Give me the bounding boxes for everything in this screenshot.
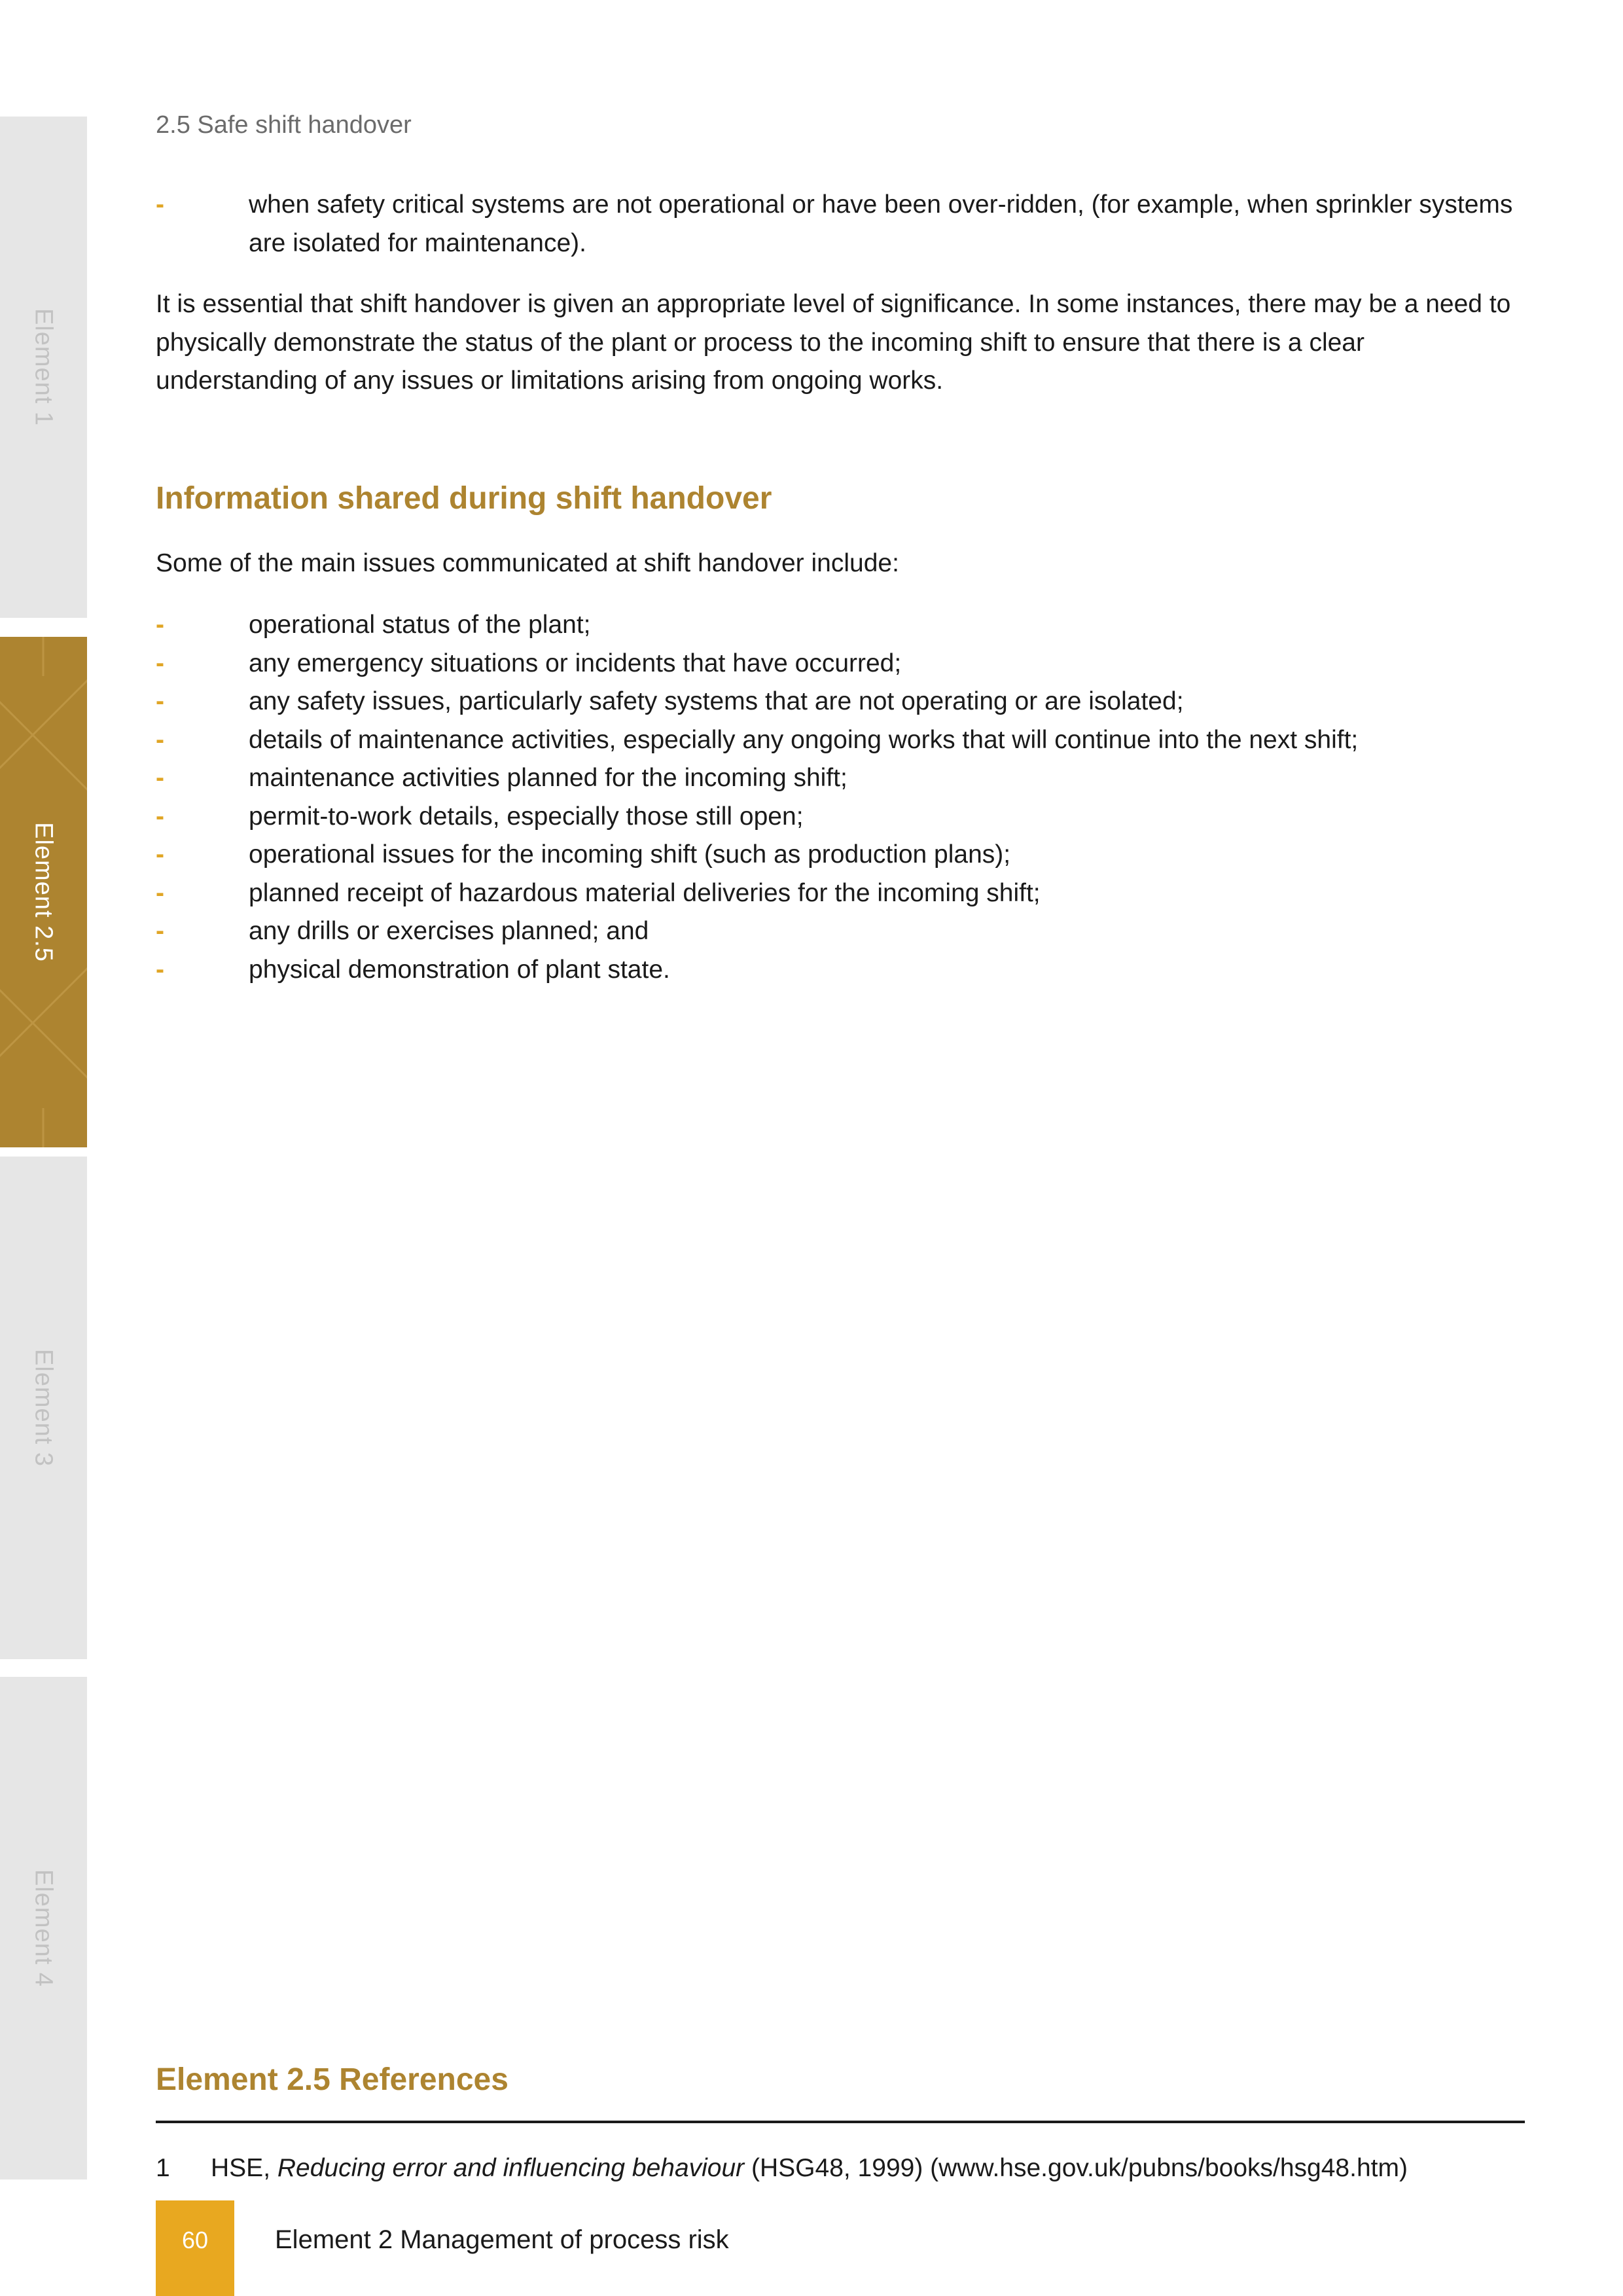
list-item: - details of maintenance activities, espe… [156,721,1526,760]
list-item: - planned receipt of hazardous material d… [156,874,1526,913]
list-item: - any safety issues, particularly safety … [156,683,1526,721]
intro-bullet-list: - when safety critical systems are not o… [156,186,1526,262]
list-item: - operational issues for the incoming shi… [156,836,1526,874]
bullet-dash: - [156,649,164,677]
list-item-text: physical demonstration of plant state. [249,955,670,984]
reference-suffix: (HSG48, 1999) (www.hse.gov.uk/pubns/book… [744,2154,1408,2182]
list-item-text: operational status of the plant; [249,611,591,639]
bullet-dash: - [156,725,164,754]
list-item-text: permit-to-work details, especially those… [249,802,804,831]
page-number-box: 60 [156,2200,234,2296]
list-item-text: planned receipt of hazardous material de… [249,878,1041,907]
side-tab-element-2-5[interactable]: Element 2.5 [0,637,87,1147]
bullet-dash: - [156,917,164,945]
side-tab-label: Element 1 [29,308,58,427]
side-tab-element-4[interactable]: Element 4 [0,1677,87,2179]
section-lead: Some of the main issues communicated at … [156,549,899,577]
list-item-text: maintenance activities planned for the i… [249,764,847,792]
list-item: - any emergency situations or incidents t… [156,645,1526,683]
bullet-dash: - [156,802,164,831]
reference-prefix: HSE, [211,2154,277,2182]
list-item: - when safety critical systems are not o… [156,186,1526,262]
side-tab-label: Element 3 [29,1348,58,1467]
bullet-dash: - [156,878,164,907]
side-tab-label: Element 2.5 [29,822,58,962]
bullet-dash: - [156,764,164,792]
references-divider [156,2121,1525,2123]
references-heading: Element 2.5 References [156,2062,508,2097]
section-heading: Information shared during shift handover [156,481,772,516]
list-item: - maintenance activities planned for the … [156,759,1526,798]
bullet-dash: - [156,840,164,869]
footer-title: Element 2 Management of process risk [275,2225,729,2254]
list-item-text: when safety critical systems are not ope… [249,190,1513,257]
list-item-text: details of maintenance activities, espec… [249,725,1359,754]
list-item-text: any drills or exercises planned; and [249,917,649,945]
bullet-dash: - [156,955,164,984]
bullet-dash: - [156,611,164,639]
list-item: - permit-to-work details, especially thos… [156,798,1526,836]
list-item: - physical demonstration of plant state. [156,951,1526,990]
side-tab-element-3[interactable]: Element 3 [0,1157,87,1659]
running-header: 2.5 Safe shift handover [156,111,412,139]
info-bullet-list: - operational status of the plant; - any e… [156,606,1526,989]
paragraph: It is essential that shift handover is g… [156,290,1511,395]
side-tab-label: Element 4 [29,1869,58,1988]
list-item: - any drills or exercises planned; and [156,912,1526,951]
side-tab-element-1[interactable]: Element 1 [0,117,87,618]
bullet-dash: - [156,190,164,219]
list-item-text: any safety issues, particularly safety s… [249,687,1184,715]
reference-title: Reducing error and influencing behaviour [277,2154,745,2182]
reference-item: 1 HSE, Reducing error and influencing beh… [156,2152,1408,2185]
list-item-text: any emergency situations or incidents th… [249,649,902,677]
bullet-dash: - [156,687,164,715]
page-number: 60 [181,2227,209,2253]
reference-number: 1 [156,2154,170,2182]
list-item-text: operational issues for the incoming shif… [249,840,1011,869]
list-item: - operational status of the plant; [156,606,1526,645]
